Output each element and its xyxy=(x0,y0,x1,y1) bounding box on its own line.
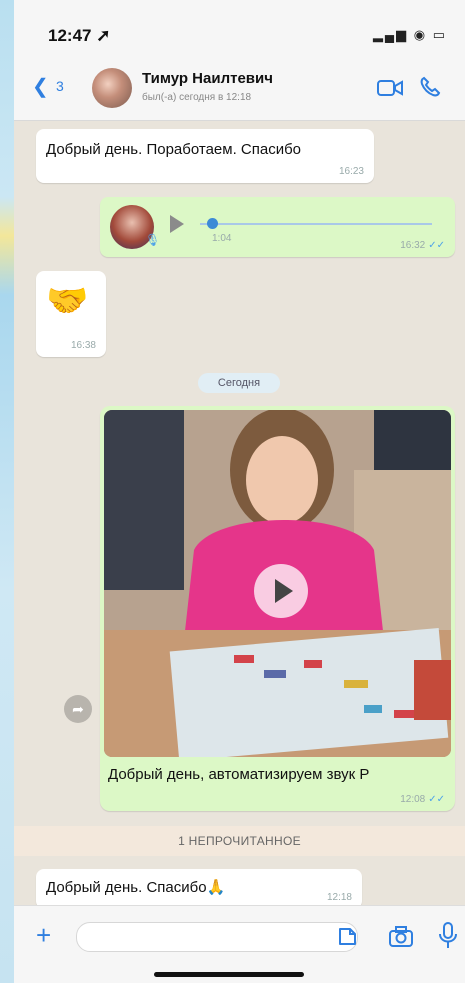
voice-duration: 1:04 xyxy=(212,233,232,244)
sticker-icon[interactable] xyxy=(336,926,358,948)
message-list[interactable]: Добрый день. Поработаем. Спасибо 16:23 🎙… xyxy=(14,121,465,909)
back-count[interactable]: 3 xyxy=(56,78,64,94)
video-thumbnail[interactable] xyxy=(104,410,451,757)
phone-icon[interactable] xyxy=(419,76,441,98)
message-bubble[interactable]: Добрый день. Спасибо🙏 12:18 xyxy=(36,869,362,909)
message-time-text: 12:08 xyxy=(400,794,426,805)
message-time: 16:38 xyxy=(70,340,96,351)
video-message[interactable]: Добрый день, автоматизируем звук Р 12:08… xyxy=(100,406,455,811)
message-time-text: 16:32 xyxy=(400,240,426,251)
contact-status: был(-а) сегодня в 12:18 xyxy=(142,92,252,103)
message-time: 12:18 xyxy=(326,892,352,903)
voice-message[interactable]: 🎙 1:04 16:32 ✓✓ xyxy=(100,197,455,257)
date-separator: Сегодня xyxy=(198,373,280,393)
contact-name[interactable]: Тимур Наилтевич xyxy=(142,70,273,87)
microphone-icon[interactable] xyxy=(438,922,458,950)
unread-separator: 1 НЕПРОЧИТАННОЕ xyxy=(14,826,465,856)
plus-icon[interactable]: + xyxy=(36,920,51,951)
handshake-icon: 🤝 xyxy=(46,282,89,320)
whatsapp-screen: 12:47 ➚ ▂▄▆ ◉ ▭ ❮ 3 Тимур Наилтевич был(… xyxy=(14,0,465,983)
status-icons: ▂▄▆ ◉ ▭ xyxy=(372,27,447,42)
microphone-icon: 🎙 xyxy=(145,233,161,247)
status-time: 12:47 ➚ xyxy=(48,26,111,45)
home-indicator[interactable] xyxy=(154,972,304,977)
message-time: 16:23 xyxy=(338,166,364,177)
emoji-message[interactable]: 🤝 16:38 xyxy=(36,271,106,357)
status-bar: 12:47 ➚ ▂▄▆ ◉ ▭ xyxy=(14,0,465,56)
message-time: 12:08 ✓✓ xyxy=(400,794,445,805)
message-text: Добрый день. Спасибо🙏 xyxy=(46,879,226,896)
message-input[interactable] xyxy=(76,922,358,952)
video-caption: Добрый день, автоматизируем звук Р xyxy=(108,766,370,783)
message-bubble[interactable]: Добрый день. Поработаем. Спасибо 16:23 xyxy=(36,129,374,183)
play-icon[interactable] xyxy=(254,564,308,618)
video-camera-icon[interactable] xyxy=(377,78,403,98)
chat-header: ❮ 3 Тимур Наилтевич был(-а) сегодня в 12… xyxy=(14,56,465,121)
message-text: Добрый день. Поработаем. Спасибо xyxy=(46,141,302,158)
chevron-left-icon[interactable]: ❮ xyxy=(32,74,49,99)
read-receipt-icon: ✓✓ xyxy=(428,794,445,805)
voice-progress-handle[interactable] xyxy=(206,218,218,229)
voice-progress-track[interactable] xyxy=(200,223,432,225)
camera-icon[interactable] xyxy=(388,925,414,949)
read-receipt-icon: ✓✓ xyxy=(428,240,445,251)
play-icon[interactable] xyxy=(170,215,184,233)
message-time: 16:32 ✓✓ xyxy=(400,240,445,251)
avatar[interactable] xyxy=(92,68,132,108)
forward-icon[interactable]: ➦ xyxy=(64,695,92,723)
